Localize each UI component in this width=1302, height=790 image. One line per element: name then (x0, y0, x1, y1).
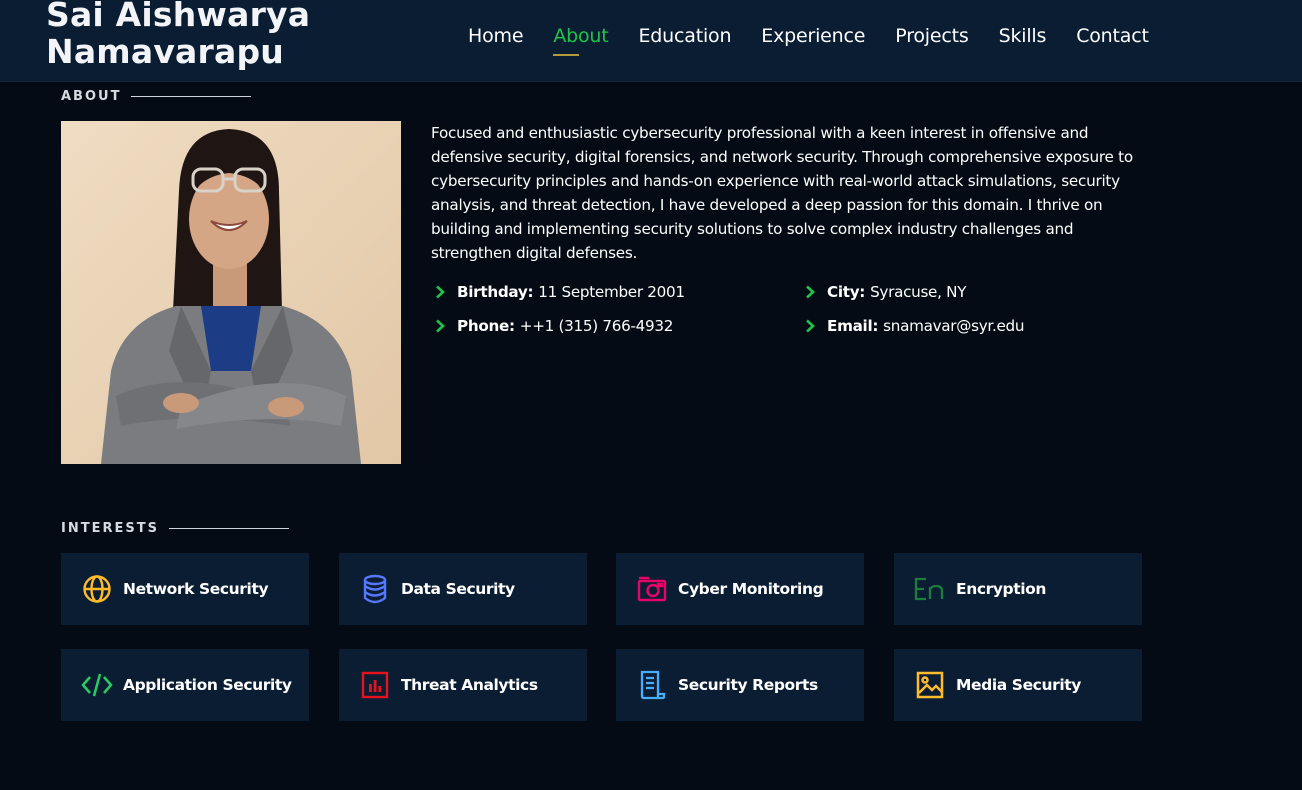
interest-label: Security Reports (678, 676, 818, 694)
info-value: ++1 (315) 766-4932 (519, 317, 674, 335)
info-key: Phone: (457, 317, 515, 335)
interest-card-application-security[interactable]: Application Security (61, 649, 309, 721)
nav-home[interactable]: Home (468, 24, 524, 48)
about-description: Focused and enthusiastic cybersecurity p… (431, 124, 1133, 262)
database-icon (359, 573, 391, 605)
interests-section-title: INTERESTS (61, 521, 289, 536)
interest-label: Application Security (123, 676, 292, 694)
info-key: Birthday: (457, 283, 534, 301)
interest-card-encryption[interactable]: Encryption (894, 553, 1142, 625)
profile-photo (61, 121, 401, 464)
code-icon (81, 669, 113, 701)
info-key: Email: (827, 317, 879, 335)
chevron-right-icon (806, 319, 815, 333)
logo-line-1: Sai Aishwarya (46, 0, 311, 34)
interest-card-security-reports[interactable]: Security Reports (616, 649, 864, 721)
nav-skills[interactable]: Skills (999, 24, 1047, 48)
info-phone: Phone: ++1 (315) 766-4932 (434, 314, 804, 338)
about-title-text: ABOUT (61, 89, 122, 104)
interest-label: Cyber Monitoring (678, 580, 824, 598)
logo-line-2: Namavarapu (46, 32, 284, 71)
image-icon (914, 669, 946, 701)
chevron-right-icon (806, 285, 815, 299)
title-divider (168, 528, 289, 529)
site-header: Sai Aishwarya Namavarapu Home About Educ… (0, 0, 1302, 82)
interest-label: Data Security (401, 580, 515, 598)
about-section-title: ABOUT (61, 89, 252, 104)
interest-card-cyber-monitoring[interactable]: Cyber Monitoring (616, 553, 864, 625)
title-divider (131, 96, 252, 97)
info-key: City: (827, 283, 866, 301)
site-logo[interactable]: Sai Aishwarya Namavarapu (46, 0, 310, 70)
nav-contact[interactable]: Contact (1076, 24, 1149, 48)
interest-label: Network Security (123, 580, 269, 598)
chart-bars-icon (359, 669, 391, 701)
chevron-right-icon (436, 285, 445, 299)
interest-card-network-security[interactable]: Network Security (61, 553, 309, 625)
interests-title-text: INTERESTS (61, 521, 159, 536)
document-icon (636, 669, 668, 701)
info-value: 11 September 2001 (538, 283, 685, 301)
interest-label: Threat Analytics (401, 676, 538, 694)
info-city: City: Syracuse, NY (804, 280, 1154, 304)
interest-card-data-security[interactable]: Data Security (339, 553, 587, 625)
nav-about[interactable]: About (553, 24, 609, 56)
info-birthday: Birthday: 11 September 2001 (434, 280, 804, 304)
nav-projects[interactable]: Projects (895, 24, 969, 48)
nav-experience[interactable]: Experience (761, 24, 865, 48)
chevron-right-icon (436, 319, 445, 333)
info-value[interactable]: snamavar@syr.edu (883, 317, 1024, 335)
interest-label: Encryption (956, 580, 1047, 598)
interest-card-threat-analytics[interactable]: Threat Analytics (339, 649, 587, 721)
nav-education[interactable]: Education (639, 24, 732, 48)
translate-icon (914, 573, 946, 605)
interest-label: Media Security (956, 676, 1081, 694)
interest-card-media-security[interactable]: Media Security (894, 649, 1142, 721)
info-value: Syracuse, NY (870, 283, 967, 301)
globe-icon (81, 573, 113, 605)
info-email: Email: snamavar@syr.edu (804, 314, 1154, 338)
personal-info-list: Birthday: 11 September 2001 City: Syracu… (434, 280, 1154, 338)
main-nav: Home About Education Experience Projects… (468, 24, 1149, 56)
camera-icon (636, 573, 668, 605)
